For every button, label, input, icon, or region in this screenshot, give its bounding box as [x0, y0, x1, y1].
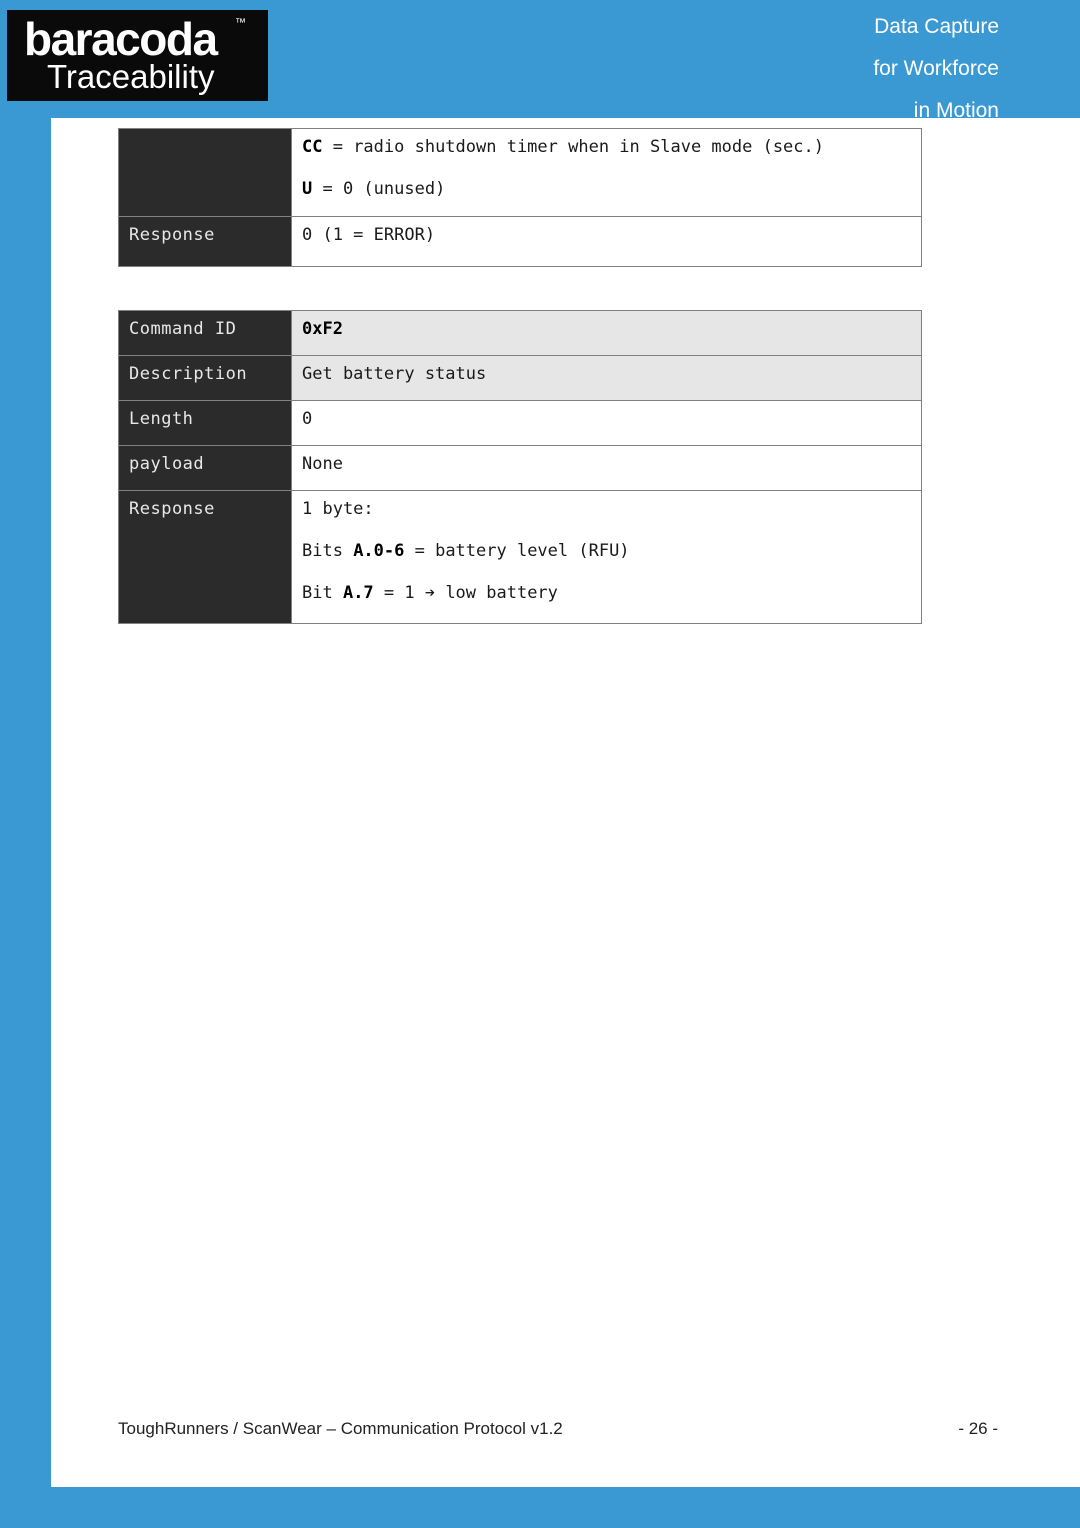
command-table-0xF2: Command ID 0xF2 Description Get battery sta… — [118, 310, 922, 624]
tagline-line-3: in Motion — [913, 99, 999, 122]
cell-line: CC = radio shutdown timer when in Slave … — [302, 137, 824, 157]
row-label-cell: Length — [118, 400, 292, 446]
cell-line: 0 (1 = ERROR) — [302, 225, 436, 245]
emphasis-token: U — [302, 179, 313, 199]
cell-line: U = 0 (unused) — [302, 179, 446, 199]
footer-page-number: - 26 - — [958, 1419, 998, 1438]
row-label-cell — [118, 128, 292, 217]
tagline-line-2: for Workforce — [873, 57, 999, 80]
baracoda-logo: baracoda ™ Traceability — [7, 10, 268, 101]
row-label-cell: Response — [118, 490, 292, 624]
page-footer: ToughRunners / ScanWear – Communication … — [118, 1417, 1038, 1443]
command-table-continued: CC = radio shutdown timer when in Slave … — [118, 128, 922, 267]
row-label-cell: payload — [118, 445, 292, 491]
logo-subbrand-text: Traceability — [47, 58, 215, 95]
table-row: CC = radio shutdown timer when in Slave … — [118, 128, 922, 217]
cell-line: 0 — [302, 409, 313, 429]
emphasis-token: A.0-6 — [353, 541, 405, 561]
footer-document-title: ToughRunners / ScanWear – Communication … — [118, 1419, 563, 1438]
cell-line: 1 byte: — [302, 499, 374, 519]
table-row: Response 1 byte: Bits A.0-6 = battery leve… — [118, 490, 922, 624]
cell-line: Get battery status — [302, 364, 487, 384]
row-value-cell: CC = radio shutdown timer when in Slave … — [291, 128, 922, 217]
row-label-cell: Response — [118, 216, 292, 267]
logo-brand-text: baracoda — [24, 13, 218, 65]
row-label-cell: Command ID — [118, 310, 292, 356]
cell-line: Bit A.7 = 1 ➔ low battery — [302, 583, 558, 603]
row-value-cell: None — [291, 445, 922, 491]
table-row: payload None — [118, 445, 922, 491]
row-value-cell: 0 — [291, 400, 922, 446]
tagline-line-1: Data Capture — [874, 15, 999, 38]
table-body: CC = radio shutdown timer when in Slave … — [118, 128, 922, 267]
trademark-icon: ™ — [235, 17, 246, 29]
row-value-cell: 1 byte: Bits A.0-6 = battery level (RFU) B… — [291, 490, 922, 624]
cell-line: 0xF2 — [302, 319, 911, 340]
page-background: baracoda ™ Traceability Data Capture for… — [0, 0, 1080, 1528]
cell-line: Bits A.0-6 = battery level (RFU) — [302, 541, 630, 561]
cell-line: None — [302, 454, 343, 474]
emphasis-token: 0xF2 — [302, 319, 343, 339]
emphasis-token: CC — [302, 137, 323, 157]
page-header-band: baracoda ™ Traceability Data Capture for… — [0, 0, 1080, 122]
header-tagline: Data Capture for Workforce in Motion — [699, 6, 999, 132]
table-body: Command ID 0xF2 Description Get battery sta… — [118, 310, 922, 624]
table-row: Response 0 (1 = ERROR) — [118, 216, 922, 267]
emphasis-token: A.7 — [342, 583, 374, 603]
row-value-cell: 0xF2 — [291, 310, 922, 356]
table-row: Length 0 — [118, 400, 922, 446]
table-row: Command ID 0xF2 — [118, 310, 922, 356]
row-label-cell: Description — [118, 355, 292, 401]
row-value-cell: Get battery status — [291, 355, 922, 401]
row-value-cell: 0 (1 = ERROR) — [291, 216, 922, 267]
table-row: Description Get battery status — [118, 355, 922, 401]
